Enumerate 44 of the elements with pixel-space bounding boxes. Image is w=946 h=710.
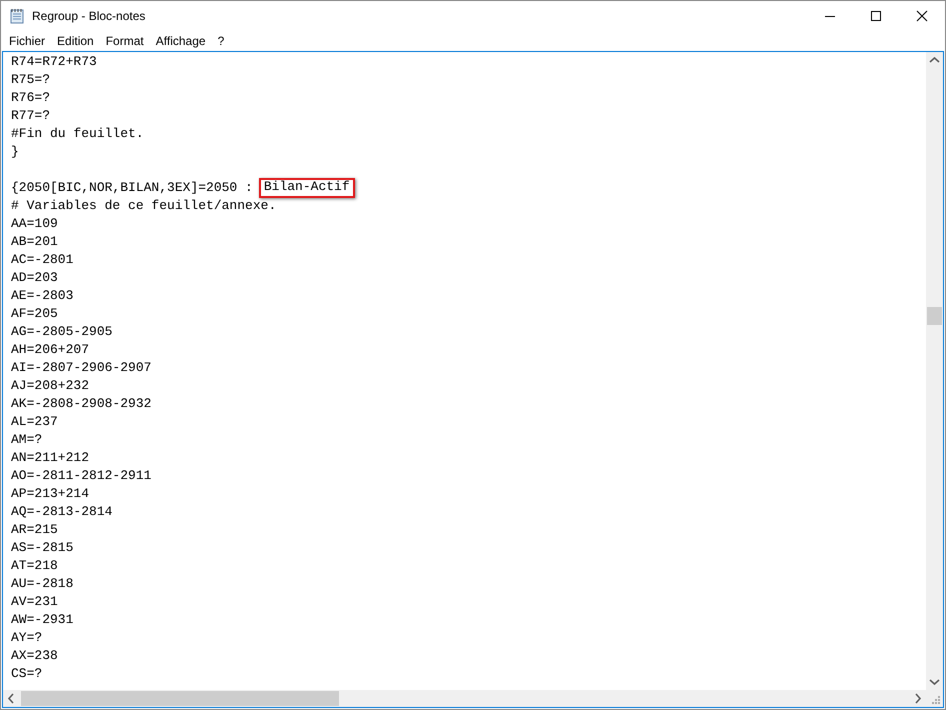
code-line: AW=-2931 [11, 611, 74, 629]
highlighted-text: Bilan-Actif [258, 178, 355, 198]
code-line: AS=-2815 [11, 539, 74, 557]
code-line: AE=-2803 [11, 287, 74, 305]
code-line: {2050[BIC,NOR,BILAN,3EX]=2050 : [11, 179, 253, 197]
code-line: AK=-2808-2908-2932 [11, 395, 152, 413]
code-line: AD=203 [11, 269, 58, 287]
code-line: AR=215 [11, 521, 58, 539]
menu-item[interactable]: Affichage [150, 34, 213, 48]
code-line: R74=R72+R73 [11, 53, 97, 71]
code-line: R76=? [11, 89, 50, 107]
code-line: AL=237 [11, 413, 58, 431]
scrollbar-thumb[interactable] [927, 307, 942, 325]
code-line: # Variables de ce feuillet/annexe. [11, 197, 276, 215]
code-line: AC=-2801 [11, 251, 74, 269]
menu-item[interactable]: ? [212, 34, 232, 48]
code-line: AO=-2811-2812-2911 [11, 467, 152, 485]
code-line: R77=? [11, 107, 50, 125]
code-line: AQ=-2813-2814 [11, 503, 112, 521]
code-line: R75=? [11, 71, 50, 89]
code-line: AF=205 [11, 305, 58, 323]
code-line: AU=-2818 [11, 575, 74, 593]
code-line: AV=231 [11, 593, 58, 611]
code-line: AI=-2807-2906-2907 [11, 359, 152, 377]
code-line: AM=? [11, 431, 42, 449]
code-line: AJ=208+232 [11, 377, 90, 395]
menu-item[interactable]: Fichier [4, 34, 52, 48]
code-line: AX=238 [11, 647, 58, 665]
menu-item[interactable]: Edition [52, 34, 101, 48]
code-line: CS=? [11, 665, 42, 683]
code-line: AN=211+212 [11, 449, 90, 467]
code-line: AP=213+214 [11, 485, 90, 503]
code-line: AG=-2805-2905 [11, 323, 112, 341]
code-line: #Fin du feuillet. [11, 125, 144, 143]
window-title: Regroup - Bloc-notes [32, 9, 146, 23]
code-line: } [11, 143, 19, 161]
menu-item[interactable]: Format [100, 34, 151, 48]
code-line: AY=? [11, 629, 42, 647]
code-line: AA=109 [11, 215, 58, 233]
code-line: AB=201 [11, 233, 58, 251]
code-line: AT=218 [11, 557, 58, 575]
scrollbar-thumb[interactable] [21, 691, 339, 706]
code-line: AH=206+207 [11, 341, 90, 359]
notepad-icon [9, 8, 25, 24]
